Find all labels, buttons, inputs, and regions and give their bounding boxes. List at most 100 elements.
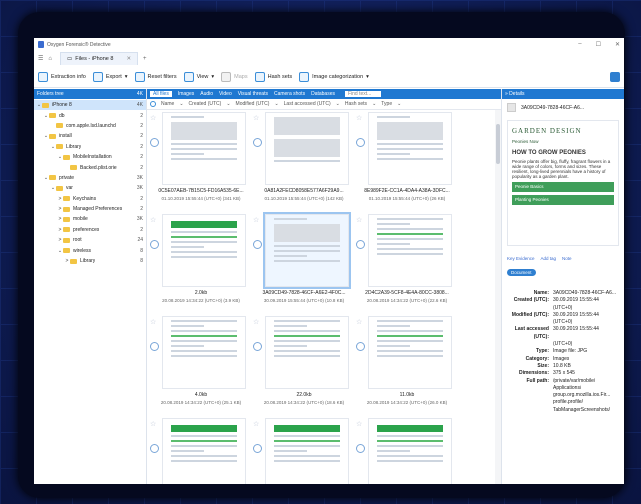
folder-row[interactable]: ⌄ db 2 <box>34 110 146 120</box>
folder-row[interactable]: > Keychains 2 <box>34 194 146 204</box>
file-tab[interactable]: Images <box>178 91 194 97</box>
reset-filters-button[interactable]: Reset filters <box>134 71 177 82</box>
tag-icon[interactable] <box>150 444 159 453</box>
file-tab[interactable]: Audio <box>200 91 213 97</box>
star-icon[interactable]: ☆ <box>253 114 259 122</box>
file-thumbnail[interactable] <box>162 316 246 389</box>
chevron-down-icon[interactable]: ⌄ <box>397 101 401 107</box>
folder-row[interactable]: ⌄ var 3K <box>34 183 146 193</box>
tag-icon[interactable] <box>150 240 159 249</box>
folder-row[interactable]: > mobile 3K <box>34 214 146 224</box>
file-tile[interactable]: ☆ 0A81A2FECD8058E577A6F29A9... 01.10.2019 … <box>253 112 355 212</box>
folder-row[interactable]: ⌄ MobileInstallation 2 <box>34 152 146 162</box>
chevron-down-icon[interactable]: ⌄ <box>179 101 183 107</box>
folder-row[interactable]: > Managed Preferences 2 <box>34 204 146 214</box>
star-icon[interactable]: ☆ <box>356 216 362 224</box>
menu-icon[interactable]: ☰ <box>38 55 43 62</box>
scrollbar-thumb[interactable] <box>496 124 500 164</box>
maximize-icon[interactable]: ☐ <box>596 41 601 48</box>
chevron-down-icon[interactable]: ⌄ <box>226 101 230 107</box>
file-thumbnail[interactable] <box>263 212 351 289</box>
star-icon[interactable]: ☆ <box>253 318 259 326</box>
file-tab[interactable]: Video <box>219 91 232 97</box>
file-tile[interactable]: ☆ 8E989F2E-CC1A-4DA4-A38A-3DFC... 01.10.20… <box>356 112 458 212</box>
file-tile[interactable]: ☆ 22.0kb 20.08.2019 14:34:22 (UTC+0) (18.6… <box>253 316 355 416</box>
column-header[interactable]: Name <box>161 101 174 107</box>
column-header[interactable]: Type <box>381 101 392 107</box>
file-tab[interactable]: Visual threats <box>238 91 268 97</box>
tag-icon[interactable] <box>150 138 159 147</box>
column-header[interactable]: Created (UTC) <box>189 101 222 107</box>
tag-icon[interactable] <box>356 444 365 453</box>
close-tab-icon[interactable]: ✕ <box>126 56 131 62</box>
file-thumbnail[interactable] <box>162 112 246 185</box>
extraction-info-button[interactable]: Extraction info <box>38 71 86 82</box>
star-icon[interactable]: ☆ <box>356 318 362 326</box>
category-badge[interactable]: Document <box>507 269 536 276</box>
tag-icon[interactable] <box>253 240 262 249</box>
star-icon[interactable]: ☆ <box>253 216 259 224</box>
file-thumbnail[interactable] <box>162 418 246 484</box>
file-tile[interactable]: ☆15.0kb20.08.2019 14:34:22 (UTC+0) (16.2… <box>253 418 355 484</box>
chevron-down-icon[interactable]: ⌄ <box>336 101 340 107</box>
file-tile[interactable]: ☆17.0kb20.08.2019 14:34:22 (UTC+0) (22.8… <box>356 418 458 484</box>
chevron-down-icon[interactable]: ⌄ <box>274 101 278 107</box>
file-tab[interactable]: Camera shots <box>274 91 305 97</box>
scrollbar[interactable] <box>495 110 501 484</box>
file-thumbnail[interactable] <box>368 214 452 287</box>
star-icon[interactable]: ☆ <box>356 420 362 428</box>
column-header[interactable]: Modified (UTC) <box>236 101 270 107</box>
export-button[interactable]: Export ▾ <box>92 71 128 82</box>
tag-icon[interactable] <box>356 240 365 249</box>
folder-row[interactable]: ⌄ wireless 8 <box>34 245 146 255</box>
chevron-down-icon[interactable]: ⌄ <box>372 101 376 107</box>
tag-icon[interactable] <box>150 342 159 351</box>
file-thumbnail[interactable] <box>368 316 452 389</box>
file-tile[interactable]: ☆ 4.0kb 20.08.2019 14:34:22 (UTC+0) (25.1 … <box>150 316 252 416</box>
find-text-input[interactable]: Find text... <box>344 91 382 97</box>
folder-row[interactable]: Backed.plist.orie 2 <box>34 162 146 172</box>
file-thumbnail[interactable] <box>368 418 452 484</box>
file-tile[interactable]: ☆17.0kb20.08.2019 14:34:22 (UTC+0) (22.0… <box>150 418 252 484</box>
star-icon[interactable]: ☆ <box>150 216 156 224</box>
file-tile[interactable]: ☆ 2.0kb 20.08.2019 14:34:22 (UTC+0) (3.9 K… <box>150 214 252 314</box>
file-tile[interactable]: ☆ 0C5E07AEB-7B15C5-FD16A535-6E... 01.10.20… <box>150 112 252 212</box>
tag-icon[interactable] <box>253 138 262 147</box>
expand-icon[interactable]: » <box>505 91 508 97</box>
file-thumbnail[interactable] <box>265 418 349 484</box>
folder-row[interactable]: ⌄ private 3K <box>34 173 146 183</box>
close-icon[interactable]: ✕ <box>615 41 620 48</box>
hash-sets-button[interactable]: Hash sets <box>254 71 292 82</box>
folder-row[interactable]: > preferences 2 <box>34 225 146 235</box>
maps-button[interactable]: Maps <box>221 71 248 82</box>
tag-icon[interactable] <box>356 138 365 147</box>
star-icon[interactable]: ☆ <box>356 114 362 122</box>
select-all-checkbox[interactable] <box>150 101 156 107</box>
tab-files[interactable]: ▭ Files - iPhone 8 ✕ <box>60 52 139 65</box>
tag-icon[interactable] <box>253 444 262 453</box>
image-categorization-button[interactable]: Image categorization ▾ <box>299 71 369 82</box>
star-icon[interactable]: ☆ <box>150 114 156 122</box>
minimize-icon[interactable]: – <box>578 41 581 48</box>
star-icon[interactable]: ☆ <box>150 420 156 428</box>
star-icon[interactable]: ☆ <box>253 420 259 428</box>
panel-toggle-icon[interactable] <box>610 71 620 82</box>
file-thumbnail[interactable] <box>265 112 349 185</box>
file-tile[interactable]: ☆ 11.0kb 20.08.2019 14:34:22 (UTC+0) (26.0… <box>356 316 458 416</box>
folder-row[interactable]: > root 24 <box>34 235 146 245</box>
file-thumbnail[interactable] <box>162 214 246 287</box>
column-header[interactable]: Last accessed (UTC) <box>284 101 331 107</box>
column-header[interactable]: Hash sets <box>345 101 367 107</box>
file-thumbnail[interactable] <box>368 112 452 185</box>
add-tag-link[interactable]: Add tag <box>541 256 557 261</box>
file-thumbnail[interactable] <box>265 316 349 389</box>
file-tab[interactable]: All files <box>150 91 172 97</box>
note-link[interactable]: Note <box>562 256 572 261</box>
folder-row[interactable]: com.apple.lsd.launchd 2 <box>34 121 146 131</box>
folder-row[interactable]: > Library 8 <box>34 256 146 266</box>
tag-icon[interactable] <box>356 342 365 351</box>
file-tab[interactable]: Databases <box>311 91 335 97</box>
star-icon[interactable]: ☆ <box>150 318 156 326</box>
file-tile[interactable]: ☆ 3A09CD49-7828-46CF-A6E2-4F0C... 30.09.20… <box>253 212 355 314</box>
home-icon[interactable]: ⌂ <box>48 56 52 62</box>
